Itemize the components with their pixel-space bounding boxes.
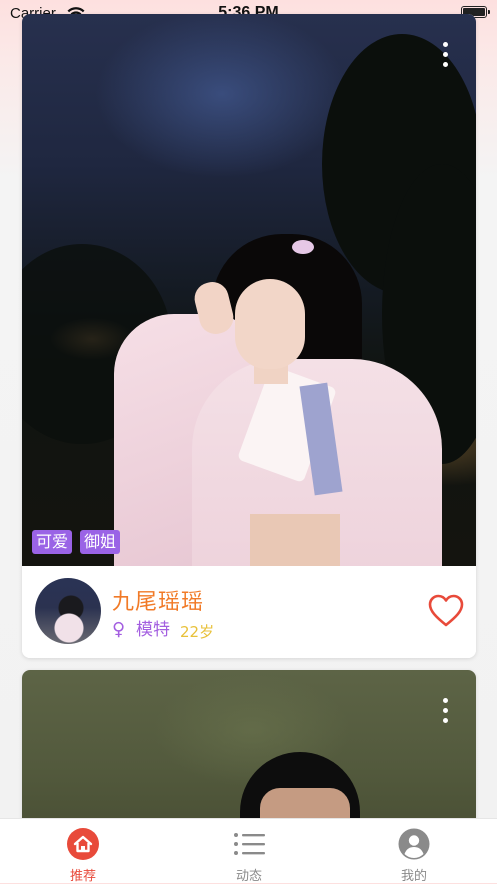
- tab-bar: 推荐 动态 我的: [0, 818, 497, 884]
- profile-photo[interactable]: [22, 670, 476, 830]
- tab-recommend[interactable]: 推荐: [0, 819, 166, 884]
- tab-moments-label: 动态: [235, 869, 262, 884]
- profile-info: 九尾瑶瑶 ♀ 模特 22岁: [22, 566, 476, 658]
- list-icon: [233, 828, 265, 860]
- profile-card[interactable]: [22, 670, 476, 830]
- tag-list: 可爱 御姐: [32, 530, 121, 554]
- profile-photo[interactable]: 可爱 御姐: [22, 14, 476, 566]
- profile-card[interactable]: 可爱 御姐 九尾瑶瑶 ♀ 模特 22岁: [22, 14, 476, 658]
- nickname: 九尾瑶瑶: [112, 590, 205, 615]
- tab-recommend-label: 推荐: [69, 869, 96, 884]
- tag-mature: 御姐: [80, 530, 121, 554]
- age-label: 22岁: [180, 623, 215, 641]
- avatar[interactable]: [35, 578, 101, 644]
- profession-label: 模特: [136, 620, 170, 640]
- heart-outline-icon[interactable]: [428, 594, 464, 632]
- more-vertical-icon[interactable]: [442, 698, 448, 724]
- tag-cute: 可爱: [32, 530, 73, 554]
- female-icon: ♀: [112, 619, 126, 640]
- more-vertical-icon[interactable]: [442, 42, 448, 68]
- home-icon: [67, 828, 99, 860]
- user-icon: [398, 828, 430, 860]
- tab-mine-label: 我的: [400, 869, 427, 884]
- tab-mine[interactable]: 我的: [331, 819, 497, 884]
- tab-moments[interactable]: 动态: [166, 819, 332, 884]
